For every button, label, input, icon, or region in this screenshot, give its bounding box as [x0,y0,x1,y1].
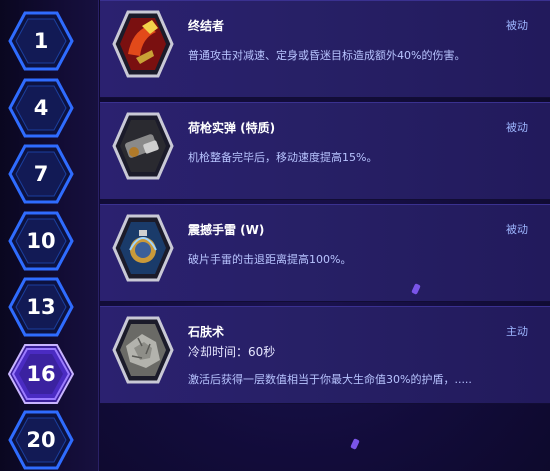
level-number: 13 [26,295,56,319]
talent-name: 石肤术 [188,325,225,339]
talent-panel: 1 4 7 10 13 16 20 终结者 被动 普通攻击对减速、定身或昏迷目标… [0,0,550,471]
grenade-icon [112,214,174,282]
gun-icon [112,112,174,180]
talent-description: 机枪整备完毕后，移动速度提高15%。 [188,151,378,164]
level-number: 7 [33,162,49,186]
talent-type: 被动 [506,19,528,32]
level-number: 20 [26,428,56,452]
claw-icon [112,10,174,78]
level-number: 10 [26,229,56,253]
level-hex-10[interactable]: 10 [8,211,74,271]
level-hex-7[interactable]: 7 [8,144,74,204]
level-column: 1 4 7 10 13 16 20 [0,0,99,471]
talent-description: 普通攻击对减速、定身或昏迷目标造成额外40%的伤害。 [188,49,466,62]
talent-row-concussive-grenade[interactable]: 震撼手雷 (W) 被动 破片手雷的击退距离提高100%。 [100,204,550,302]
talent-type: 被动 [506,223,528,236]
sparkle-decoration [350,438,360,450]
talent-cooldown: 冷却时间：60秒 [188,345,276,359]
level-hex-16-selected[interactable]: 16 [8,344,74,404]
talent-name: 终结者 [188,19,225,33]
talent-name: 荷枪实弹 (特质) [188,121,276,135]
talent-row-locked-loaded[interactable]: 荷枪实弹 (特质) 被动 机枪整备完毕后，移动速度提高15%。 [100,102,550,200]
level-hex-1[interactable]: 1 [8,11,74,71]
talent-name: 震撼手雷 (W) [188,223,265,237]
talent-description: 激活后获得一层数值相当于你最大生命值30%的护盾，..... [188,373,472,386]
talent-type: 主动 [506,325,528,338]
level-number: 1 [33,29,49,53]
level-hex-20[interactable]: 20 [8,410,74,470]
level-number: 16 [26,362,56,386]
level-number: 4 [33,96,49,120]
level-hex-4[interactable]: 4 [8,78,74,138]
talent-row-stoneskin[interactable]: 石肤术 主动 冷却时间：60秒 激活后获得一层数值相当于你最大生命值30%的护盾… [100,306,550,404]
talent-description: 破片手雷的击退距离提高100%。 [188,253,352,266]
level-hex-13[interactable]: 13 [8,277,74,337]
talent-type: 被动 [506,121,528,134]
stoneskin-icon [112,316,174,384]
talent-row-terminator[interactable]: 终结者 被动 普通攻击对减速、定身或昏迷目标造成额外40%的伤害。 [100,0,550,98]
